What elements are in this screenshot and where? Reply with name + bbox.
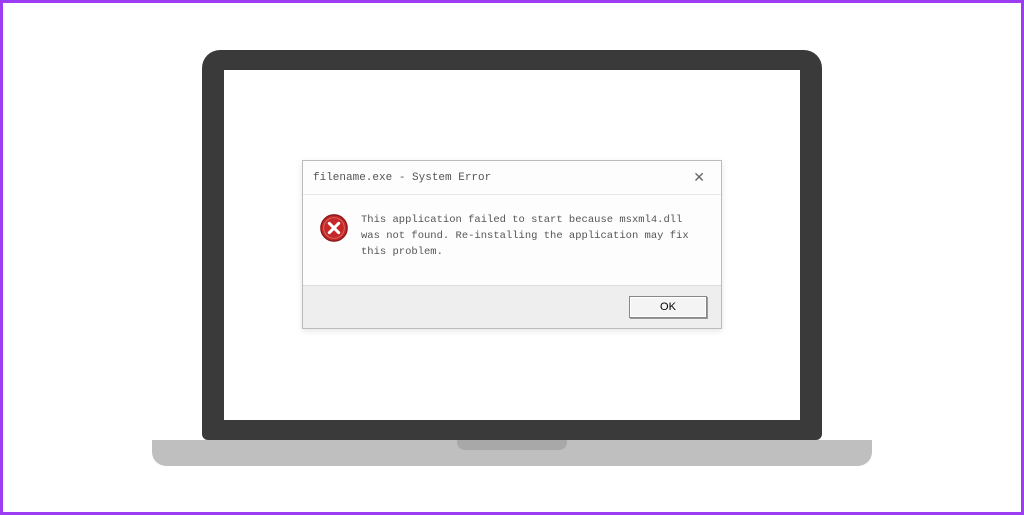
close-button[interactable]: ✕ <box>687 167 711 188</box>
laptop-frame: filename.exe - System Error ✕ This appli… <box>202 50 822 466</box>
error-dialog: filename.exe - System Error ✕ This appli… <box>302 160 722 328</box>
laptop-notch <box>457 440 567 450</box>
dialog-title: filename.exe - System Error <box>313 172 491 184</box>
error-icon <box>319 213 349 243</box>
close-icon: ✕ <box>693 169 705 185</box>
dialog-footer: OK <box>303 285 721 328</box>
dialog-body: This application failed to start because… <box>303 195 721 284</box>
screen: filename.exe - System Error ✕ This appli… <box>224 70 800 420</box>
screen-bezel: filename.exe - System Error ✕ This appli… <box>202 50 822 440</box>
laptop-base <box>152 440 872 466</box>
dialog-titlebar: filename.exe - System Error ✕ <box>303 161 721 195</box>
ok-button[interactable]: OK <box>629 296 707 318</box>
error-message: This application failed to start because… <box>361 213 705 260</box>
